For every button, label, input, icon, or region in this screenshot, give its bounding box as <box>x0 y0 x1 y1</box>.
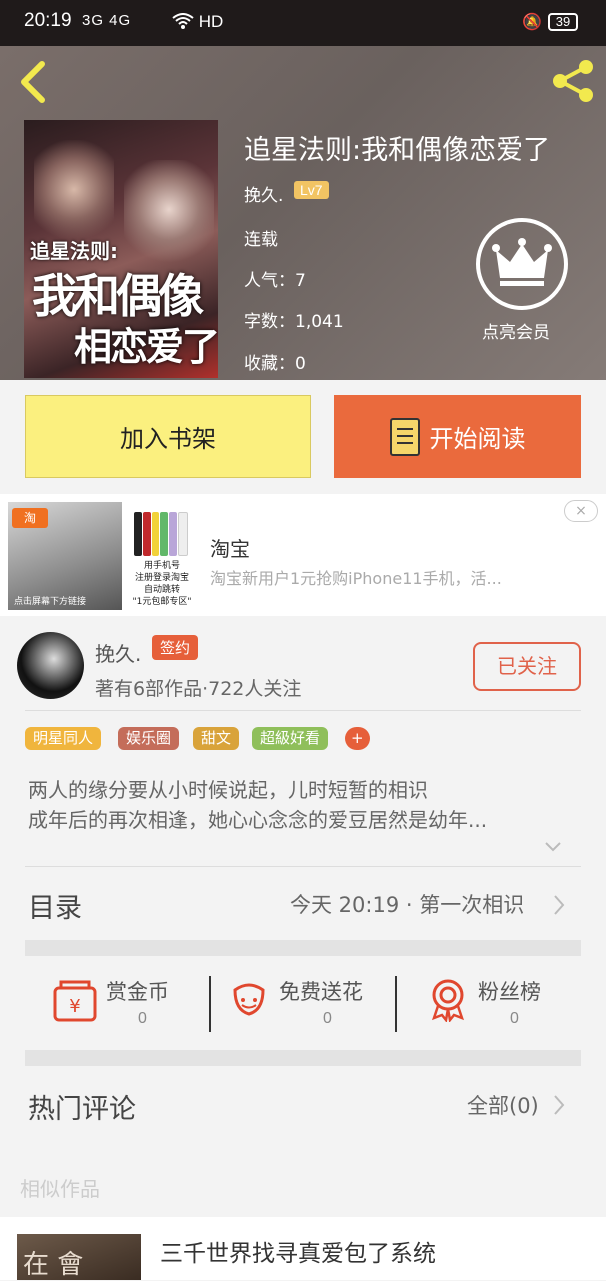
author-stats: 著有6部作品·722人关注 <box>95 678 302 700</box>
reward-flower-label: 免费送花 <box>279 980 363 1004</box>
ad-image-phones: 用手机号 注册登录淘宝 自动跳转 "1元包邮专区" <box>126 502 196 610</box>
author-name[interactable]: 挽久. <box>95 638 141 667</box>
section-divider <box>25 1050 581 1066</box>
book-cover[interactable]: 追星法则: 我和偶像 相恋爱了 <box>24 120 218 378</box>
flower-icon <box>233 983 265 1016</box>
similar-cover-text: 在 會 <box>23 1250 84 1280</box>
back-button[interactable] <box>16 60 52 104</box>
section-divider <box>25 940 581 956</box>
book-status: 连载 <box>244 230 278 250</box>
book-popularity: 人气：7 <box>244 271 306 291</box>
divider <box>25 710 581 711</box>
crown-icon <box>492 238 552 286</box>
cover-figure-left <box>34 140 114 250</box>
reward-fans-count: 0 <box>510 1010 519 1027</box>
similar-works-label: 相似作品 <box>20 1177 100 1201</box>
ad-image-caption: 点击屏幕下方链接 <box>14 597 87 607</box>
chevron-right-icon <box>554 895 565 915</box>
cover-figure-right <box>124 160 214 270</box>
book-author[interactable]: 挽久. <box>244 181 283 206</box>
toc-chevron[interactable] <box>552 894 566 916</box>
reward-flower-count: 0 <box>323 1010 332 1027</box>
ad-title[interactable]: 淘宝 <box>210 533 250 562</box>
book-favorites: 收藏：0 <box>244 354 306 374</box>
status-bar: 20:19 3G 4G HD 🔕 39 <box>0 0 606 46</box>
reward-coin-count: 0 <box>138 1010 147 1027</box>
medal-icon <box>431 979 465 1022</box>
start-reading-label: 开始阅读 <box>429 425 526 453</box>
book-title: 追星法则:我和偶像恋爱了 <box>244 135 551 166</box>
ad-image2-text: 用手机号 注册登录淘宝 自动跳转 "1元包邮专区" <box>132 561 192 607</box>
book-icon <box>389 417 420 456</box>
phones-graphic <box>134 512 188 556</box>
divider <box>25 866 581 867</box>
add-to-shelf-label: 加入书架 <box>120 425 216 453</box>
coin-envelope-icon: ¥ <box>53 980 97 1022</box>
ad-banner[interactable]: 淘 点击屏幕下方链接 用手机号 注册登录淘宝 自动跳转 "1元包邮专区" <box>0 494 606 616</box>
toc-label[interactable]: 目录 <box>28 886 82 925</box>
signed-badge: 签约 <box>152 635 199 660</box>
reward-flower[interactable]: 免费送花 0 <box>229 972 415 1036</box>
similar-book-cover[interactable]: 在 會 <box>17 1234 141 1280</box>
toc-latest-chapter[interactable]: 今天 20:19 · 第一次相识 <box>290 889 524 919</box>
similar-book-title[interactable]: 三千世界找寻真爱包了系统 <box>160 1234 436 1268</box>
tag-3[interactable]: 超級好看 <box>252 727 329 750</box>
mute-icon: 🔕 <box>522 12 542 31</box>
wifi-hd-indicator: HD <box>172 12 223 32</box>
add-to-shelf-button[interactable]: 加入书架 <box>25 395 311 478</box>
tag-1[interactable]: 娱乐圈 <box>118 727 180 750</box>
cover-text-big2: 相恋爱了 <box>74 325 218 369</box>
divider <box>209 976 211 1032</box>
comments-chevron[interactable] <box>552 1094 566 1116</box>
svg-text:¥: ¥ <box>69 996 80 1017</box>
all-comments-link[interactable]: 全部(0) <box>467 1090 539 1120</box>
share-icon <box>553 60 593 102</box>
reward-coin-label: 赏金币 <box>106 980 169 1004</box>
intro-line-1: 两人的缘分要从小时候说起，儿时短暂的相识 <box>28 778 428 802</box>
expand-intro-button[interactable] <box>544 838 562 856</box>
follow-button[interactable]: 已关注 <box>473 642 581 691</box>
hot-comments-label: 热门评论 <box>28 1094 136 1125</box>
chevron-right-icon <box>554 1095 565 1115</box>
close-icon: × <box>575 503 587 519</box>
vip-label: 点亮会员 <box>482 323 550 343</box>
network-indicator: 3G 4G <box>82 12 132 29</box>
vip-button[interactable] <box>476 218 568 310</box>
start-reading-button[interactable]: 开始阅读 <box>334 395 581 478</box>
tag-2[interactable]: 甜文 <box>193 727 240 750</box>
ad-description[interactable]: 淘宝新用户1元抢购iPhone11手机，活... <box>210 565 502 589</box>
book-intro[interactable]: 两人的缘分要从小时候说起，儿时短暂的相识 成年后的再次相逢，她心心念念的爱豆居然… <box>28 775 578 835</box>
intro-line-2: 成年后的再次相逢，她心心念念的爱豆居然是幼年... <box>28 808 488 832</box>
wifi-icon <box>172 13 194 29</box>
tag-0[interactable]: 明星同人 <box>25 727 102 750</box>
share-button[interactable] <box>548 58 598 104</box>
reward-fans[interactable]: 粉丝榜 0 <box>428 972 606 1036</box>
chevron-down-icon <box>545 842 561 852</box>
book-word-count: 字数：1,041 <box>244 312 344 332</box>
status-time: 20:19 <box>24 10 72 31</box>
reward-fans-label: 粉丝榜 <box>478 980 541 1004</box>
divider <box>395 976 397 1032</box>
author-level-badge: Lv7 <box>294 181 329 199</box>
battery-indicator: 39 <box>548 13 578 31</box>
ad-image-product: 淘 点击屏幕下方链接 <box>8 502 122 610</box>
author-avatar[interactable] <box>17 632 84 699</box>
back-arrow-icon <box>21 61 45 103</box>
tag-more[interactable]: + <box>345 727 370 750</box>
taobao-logo: 淘 <box>12 508 48 528</box>
ad-close-button[interactable]: × <box>564 500 598 522</box>
